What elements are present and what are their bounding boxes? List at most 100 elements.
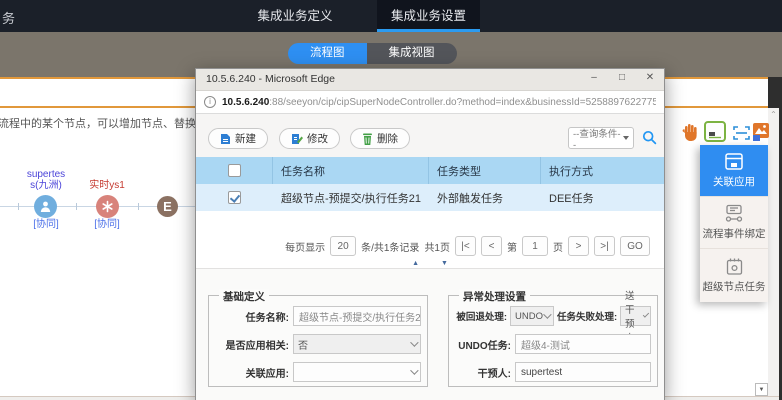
detail-form-area: 基础定义 任务名称: 超级节点-预提交/执行任务21 是否应用相关: 否 关联应… [196, 269, 664, 400]
delete-button[interactable]: 删除 [350, 128, 410, 149]
rollback-value: UNDO [515, 311, 543, 322]
star-icon [101, 200, 114, 213]
node2-label: 实时ys1 [76, 181, 138, 191]
related-app-icon [724, 152, 744, 171]
workflow-node-person[interactable] [34, 195, 57, 218]
pan-tool-button[interactable] [682, 123, 699, 147]
new-button[interactable]: 新建 [208, 128, 268, 149]
scroll-down-button[interactable]: ▼ [755, 383, 768, 396]
modify-button-label: 修改 [307, 131, 328, 146]
app-related-label: 是否应用相关: [215, 337, 289, 352]
task-calendar-icon [725, 257, 744, 276]
total-pages-label: 共1页 [424, 239, 450, 254]
table-row[interactable]: 超级节点-预提交/执行任务21 外部触发任务 DEE任务 [196, 184, 664, 211]
page-suffix-label: 页 [553, 239, 563, 254]
next-page-button[interactable]: > [568, 236, 589, 256]
related-app-label: 关联应用: [215, 365, 289, 380]
splitter-up-icon[interactable]: ▲ [412, 260, 419, 268]
popup-title: 10.5.6.240 - Microsoft Edge [206, 73, 335, 85]
rollback-select[interactable]: UNDO [510, 306, 554, 326]
edit-icon [291, 133, 303, 145]
new-document-icon [220, 133, 231, 145]
page-number-input[interactable]: 1 [522, 236, 548, 256]
last-page-button[interactable]: >| [594, 236, 615, 256]
exception-handling-fieldset: 异常处理设置 被回退处理: UNDO 任务失败处理: 送干预人 UNDO任务: … [448, 295, 658, 387]
exception-handling-legend: 异常处理设置 [459, 289, 530, 304]
row-checkbox[interactable] [228, 191, 241, 204]
handler-input[interactable]: supertest [515, 362, 651, 382]
popup-title-bar[interactable]: 10.5.6.240 - Microsoft Edge – □ ✕ [196, 69, 664, 91]
panel-item-label: 关联应用 [713, 174, 755, 189]
flow-connector-tick [18, 203, 19, 210]
cell-task-type: 外部触发任务 [429, 190, 541, 206]
splitter-down-icon[interactable]: ▼ [441, 260, 448, 268]
minimize-button[interactable]: – [588, 72, 600, 83]
fit-screen-button[interactable] [704, 121, 726, 142]
chevron-down-icon [410, 366, 418, 374]
workflow-node-trigger[interactable] [96, 195, 119, 218]
cell-exec-mode: DEE任务 [541, 190, 664, 206]
query-condition-select[interactable]: --查询条件-- [568, 127, 634, 149]
selection-marquee-button[interactable] [732, 125, 751, 146]
app-related-row: 是否应用相关: 否 [215, 334, 421, 354]
url-path: :88/seeyon/cip/cipSuperNodeController.do… [269, 97, 656, 108]
node2-sub-label: [协同] [76, 220, 138, 230]
column-header-task-type[interactable]: 任务类型 [429, 157, 541, 184]
maximize-button[interactable]: □ [616, 72, 628, 83]
node1-label-line2: s(九洲) [15, 181, 77, 191]
search-icon [642, 130, 657, 145]
address-bar[interactable]: i 10.5.6.240:88/seeyon/cip/cipSuperNodeC… [196, 91, 664, 114]
cell-task-name: 超级节点-预提交/执行任务21 [273, 190, 429, 206]
tab-integration-business-definition[interactable]: 集成业务定义 [240, 0, 350, 32]
task-table-header: 任务名称 任务类型 执行方式 [196, 157, 664, 184]
crop-icon [732, 125, 751, 141]
trash-icon [362, 133, 373, 145]
chevron-down-icon [623, 136, 629, 140]
close-button[interactable]: ✕ [644, 72, 656, 83]
pagination-bar: 每页显示 20 条/共1条记录 共1页 |< < 第 1 页 > >| GO [196, 233, 664, 259]
edge-popup-window: 10.5.6.240 - Microsoft Edge – □ ✕ i 10.5… [195, 68, 665, 400]
select-all-checkbox[interactable] [228, 164, 241, 177]
modify-button[interactable]: 修改 [279, 128, 340, 149]
task-name-input[interactable]: 超级节点-预提交/执行任务21 [293, 306, 421, 326]
right-side-panel: 关联应用 流程事件绑定 超级节点任务 [700, 145, 768, 302]
app-related-select[interactable]: 否 [293, 334, 421, 354]
fail-handle-select[interactable]: 送干预人 [620, 306, 651, 326]
tab-integration-business-settings[interactable]: 集成业务设置 [377, 0, 480, 32]
query-condition-value: --查询条件-- [573, 126, 623, 151]
flow-connector-tick [76, 203, 77, 210]
pane-splitter[interactable]: ▲ ▼ [196, 260, 664, 269]
first-page-button[interactable]: |< [455, 236, 476, 256]
panel-item-super-node-task[interactable]: 超级节点任务 [700, 249, 768, 301]
integration-view-button[interactable]: 集成视图 [367, 43, 457, 64]
column-header-exec-mode[interactable]: 执行方式 [541, 163, 664, 179]
prev-page-button[interactable]: < [481, 236, 502, 256]
hand-icon [682, 123, 699, 142]
panel-item-related-application[interactable]: 关联应用 [700, 145, 768, 197]
basic-definition-legend: 基础定义 [219, 289, 269, 304]
workflow-node-end[interactable]: E [157, 196, 178, 217]
exception-row1: 被回退处理: UNDO 任务失败处理: 送干预人 [455, 306, 651, 326]
node1-sub-label: [协同] [15, 220, 77, 230]
chevron-down-icon [543, 310, 551, 318]
search-button[interactable] [642, 130, 657, 150]
new-button-label: 新建 [235, 131, 256, 146]
clipped-nav-text: 务 [2, 8, 15, 27]
panel-item-label: 流程事件绑定 [703, 226, 766, 241]
column-header-task-name[interactable]: 任务名称 [273, 157, 429, 184]
undo-task-input[interactable]: 超级4-测试 [515, 334, 651, 354]
node1-label-line1: supertes [15, 170, 77, 180]
task-name-row: 任务名称: 超级节点-预提交/执行任务21 [215, 306, 421, 326]
page-prefix-label: 第 [507, 239, 517, 254]
per-page-input[interactable]: 20 [330, 236, 356, 256]
related-app-select[interactable] [293, 362, 421, 382]
flow-diagram-button[interactable]: 流程图 [288, 43, 367, 64]
export-image-button[interactable] [752, 122, 770, 146]
chevron-down-icon [642, 311, 649, 318]
panel-item-flow-event-binding[interactable]: 流程事件绑定 [700, 197, 768, 249]
go-button[interactable]: GO [620, 236, 650, 256]
monitor-icon [706, 123, 724, 140]
canvas-vertical-scrollbar[interactable] [768, 108, 779, 396]
site-info-icon[interactable]: i [204, 96, 216, 108]
scroll-up-arrow[interactable]: ⌃ [769, 110, 778, 119]
